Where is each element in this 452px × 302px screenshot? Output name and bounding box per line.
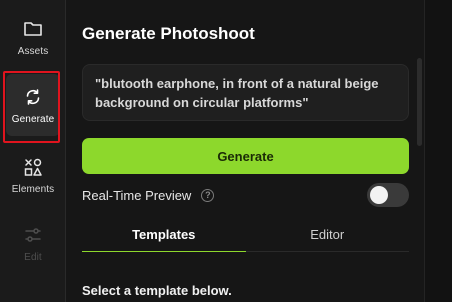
sidebar-item-label: Generate <box>11 113 55 125</box>
sidebar-item-label: Edit <box>24 251 42 263</box>
left-sidebar: Assets Generate Elements Edit <box>0 0 66 302</box>
templates-subheading: Select a template below. <box>82 283 232 298</box>
sidebar-item-label: Elements <box>11 183 55 195</box>
prompt-input[interactable]: "blutooth earphone, in front of a natura… <box>82 64 409 121</box>
panel-title: Generate Photoshoot <box>82 24 255 43</box>
tab-templates[interactable]: Templates <box>82 218 246 252</box>
help-icon[interactable]: ? <box>201 188 215 202</box>
panel-tabs: Templates Editor <box>82 218 409 252</box>
folder-icon <box>22 18 44 40</box>
sidebar-item-generate[interactable]: Generate <box>6 74 60 136</box>
panel-scrollbar[interactable] <box>417 58 422 146</box>
tab-editor[interactable]: Editor <box>246 218 410 251</box>
generate-button[interactable]: Generate <box>82 138 409 174</box>
sliders-icon <box>22 224 44 246</box>
canvas-edge <box>424 0 452 302</box>
realtime-preview-toggle[interactable] <box>367 183 409 207</box>
realtime-preview-label: Real-Time Preview <box>82 187 192 203</box>
generate-panel: Generate Photoshoot "blutooth earphone, … <box>66 0 424 302</box>
sidebar-item-elements[interactable]: Elements <box>6 144 60 206</box>
sidebar-item-label: Assets <box>17 45 49 57</box>
shapes-icon <box>22 156 44 178</box>
toggle-knob <box>370 186 388 204</box>
app-root: Assets Generate Elements Edit Generate P… <box>0 0 452 302</box>
sidebar-item-edit[interactable]: Edit <box>6 212 60 274</box>
refresh-icon <box>22 86 44 108</box>
sidebar-item-assets[interactable]: Assets <box>6 6 60 68</box>
realtime-preview-row: Real-Time Preview ? <box>82 182 409 208</box>
